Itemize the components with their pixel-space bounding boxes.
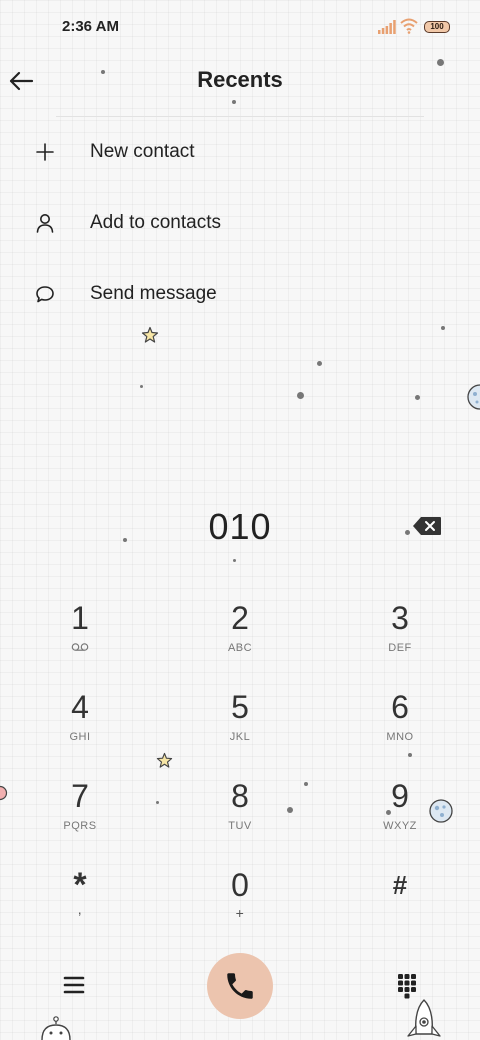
key-letters: , [77, 901, 83, 917]
header-divider [56, 116, 424, 117]
decorative-dot [415, 395, 420, 400]
rocket-doodle-icon [407, 999, 441, 1037]
key-star[interactable]: * , [30, 863, 130, 943]
key-6[interactable]: 6 MNO [350, 685, 450, 765]
key-2[interactable]: 2 ABC [190, 596, 290, 676]
key-letters: GHI [69, 731, 91, 743]
robot-doodle-icon [41, 1016, 71, 1040]
planet-doodle-icon [467, 384, 480, 410]
key-letters: TUV [228, 820, 252, 832]
decorative-dot [156, 801, 159, 804]
dialed-number: 010 [208, 506, 272, 547]
dialpad-icon[interactable] [393, 971, 421, 999]
status-time: 2:36 AM [62, 18, 119, 35]
key-letters: MNO [386, 731, 414, 743]
star-doodle-icon [156, 752, 173, 768]
decorative-dot [304, 782, 308, 786]
key-digit: 2 [231, 600, 249, 636]
decorative-dot [441, 326, 445, 330]
key-digit: 1 [71, 600, 89, 636]
key-digit: 8 [231, 778, 249, 814]
key-letters: WXYZ [383, 820, 417, 832]
planet-doodle-icon [0, 785, 8, 801]
backspace-icon[interactable] [412, 516, 442, 536]
decorative-dot [232, 100, 236, 104]
decorative-dot [101, 70, 105, 74]
menu-item-add-to-contacts[interactable]: Add to contacts [0, 195, 480, 251]
decorative-dot [437, 59, 444, 66]
key-digit: 3 [391, 600, 409, 636]
key-letters: ABC [227, 642, 253, 654]
menu-icon[interactable] [60, 971, 88, 999]
key-letters: PQRS [63, 820, 97, 832]
decorative-dot [233, 559, 236, 562]
key-9[interactable]: 9 WXYZ [350, 774, 450, 854]
message-bubble-icon [36, 286, 54, 303]
key-1[interactable]: 1 [30, 596, 130, 676]
key-7[interactable]: 7 PQRS [30, 774, 130, 854]
decorative-dot [297, 392, 304, 399]
menu-item-send-message[interactable]: Send message [0, 266, 480, 322]
key-digit: 4 [71, 689, 89, 725]
key-digit: * [73, 866, 87, 904]
key-digit: # [392, 870, 408, 900]
wifi-icon [400, 18, 418, 34]
key-digit: 9 [391, 778, 409, 814]
key-digit: 7 [71, 778, 89, 814]
key-letters [30, 642, 130, 654]
key-letters: DEF [388, 642, 412, 654]
person-icon [36, 214, 54, 233]
key-letters: + [235, 905, 245, 921]
page-title: Recents [197, 67, 283, 92]
key-3[interactable]: 3 DEF [350, 596, 450, 676]
decorative-dot [317, 361, 322, 366]
star-doodle-icon [141, 326, 159, 343]
key-4[interactable]: 4 GHI [30, 685, 130, 765]
key-digit: 5 [231, 689, 249, 725]
key-0[interactable]: 0 + [190, 863, 290, 943]
battery-indicator: 100 [424, 21, 450, 33]
menu-item-label: New contact [90, 141, 195, 162]
key-5[interactable]: 5 JKL [190, 685, 290, 765]
key-digit: 0 [231, 867, 249, 903]
cellular-signal-icon [378, 20, 396, 34]
key-letters [350, 909, 450, 921]
key-8[interactable]: 8 TUV [190, 774, 290, 854]
phone-icon [227, 973, 253, 999]
menu-item-label: Add to contacts [90, 212, 221, 233]
key-digit: 6 [391, 689, 409, 725]
decorative-dot [140, 385, 143, 388]
key-hash[interactable]: # [350, 863, 450, 943]
plus-icon [36, 143, 54, 161]
call-button[interactable] [207, 953, 273, 1019]
menu-item-label: Send message [90, 283, 217, 304]
voicemail-icon [71, 643, 89, 651]
menu-item-new-contact[interactable]: New contact [0, 124, 480, 180]
key-letters: JKL [229, 731, 251, 743]
